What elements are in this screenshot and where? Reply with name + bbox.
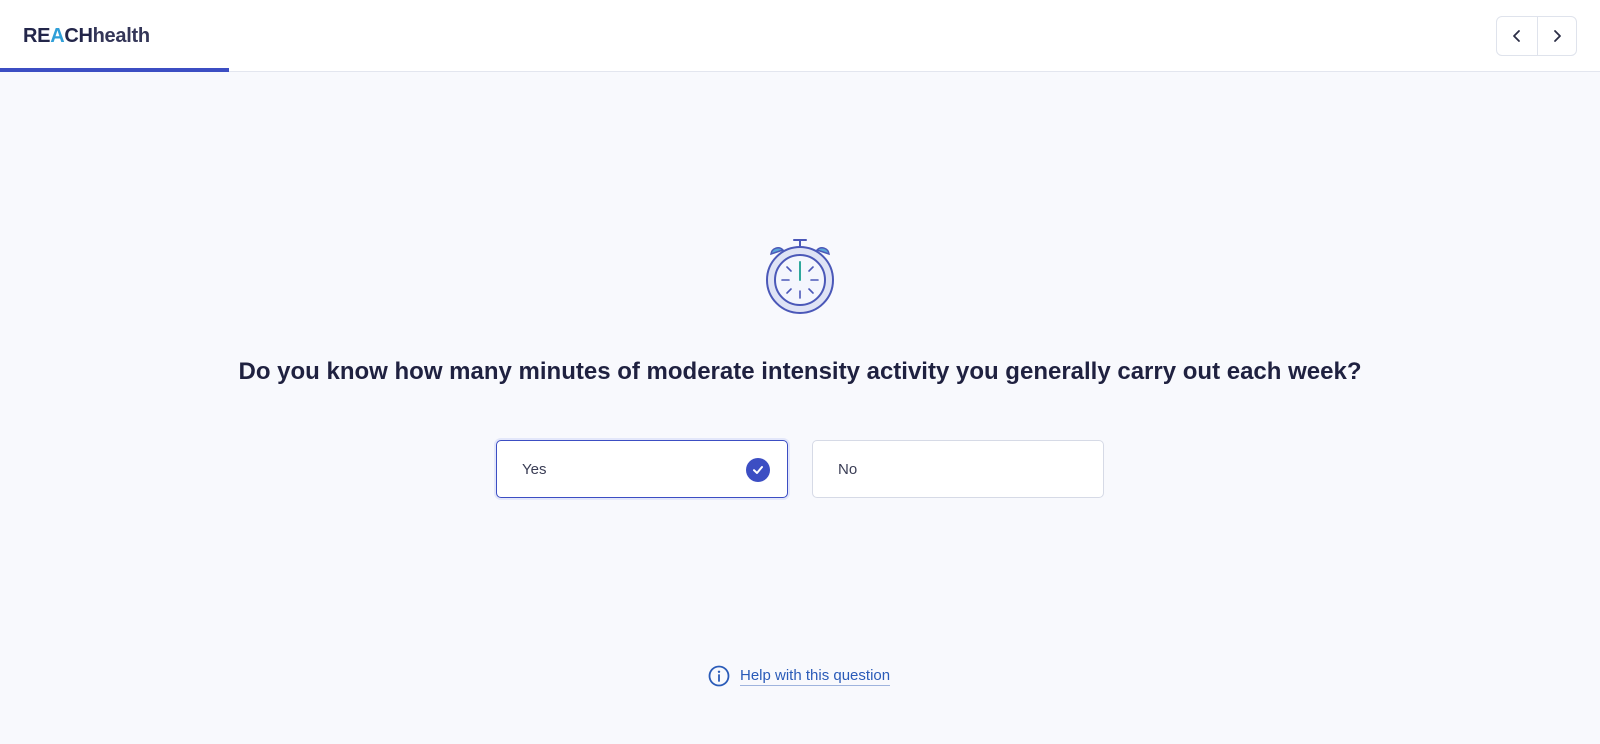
progress-bar-fill xyxy=(0,68,229,72)
check-icon xyxy=(746,458,770,482)
answer-option-no[interactable]: No xyxy=(812,440,1104,498)
question-navigation xyxy=(1496,16,1577,56)
previous-question-button[interactable] xyxy=(1497,17,1537,55)
logo-text-part3: CH xyxy=(64,25,93,47)
logo-text-part4: health xyxy=(92,25,150,47)
question-text: Do you know how many minutes of moderate… xyxy=(238,358,1362,385)
logo-text-part2: A xyxy=(50,25,65,47)
help-link-text: Help with this question xyxy=(740,666,891,686)
logo-text-part1: RE xyxy=(23,25,51,47)
reach-health-logo[interactable]: RE A CH health xyxy=(23,24,150,48)
stopwatch-icon xyxy=(766,239,834,314)
chevron-right-icon xyxy=(1553,30,1561,42)
top-bar: RE A CH health xyxy=(0,0,1600,72)
progress-bar xyxy=(0,68,1600,72)
answer-option-label: No xyxy=(838,460,858,478)
chevron-left-icon xyxy=(1512,30,1520,42)
answer-option-yes[interactable]: Yes xyxy=(496,440,788,498)
info-icon xyxy=(708,665,730,687)
help-with-question-link[interactable]: Help with this question xyxy=(708,664,891,688)
next-question-button[interactable] xyxy=(1536,17,1577,55)
answer-option-label: Yes xyxy=(522,460,547,478)
